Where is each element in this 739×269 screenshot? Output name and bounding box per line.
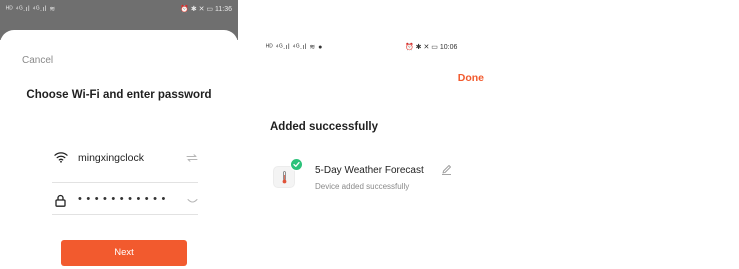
status-bar-signal: ᴴᴰ ⁴ᴳ.ıl ⁴ᴳ.ıl ≋	[6, 6, 56, 13]
next-button[interactable]: Next	[61, 240, 187, 266]
check-icon	[293, 161, 300, 167]
cancel-button[interactable]: Cancel	[22, 55, 53, 66]
divider	[52, 214, 198, 215]
switch-network-icon[interactable]	[186, 154, 198, 162]
password-value: •••••••••••	[78, 193, 170, 205]
device-added-screen: ᴴᴰ ⁴ᴳ.ıl ⁴ᴳ.ıl ≋ ● ⏰ ✱ ✕ ▭ 10:06 Done Ad…	[258, 0, 494, 269]
device-status: Device added successfully	[315, 182, 410, 191]
device-list-item[interactable]: 5-Day Weather Forecast Device added succ…	[270, 158, 480, 198]
thermometer-icon	[282, 171, 287, 184]
done-button[interactable]: Done	[458, 72, 484, 84]
status-bar-time: ⏰ ✱ ✕ ▭ 11:36	[180, 6, 232, 13]
status-bar: ᴴᴰ ⁴ᴳ.ıl ⁴ᴳ.ıl ≋ ⏰ ✱ ✕ ▭ 11:36	[0, 0, 238, 18]
eye-closed-icon[interactable]	[187, 198, 198, 205]
divider	[52, 182, 198, 183]
wifi-ssid-value: mingxingclock	[78, 152, 144, 164]
password-field[interactable]: •••••••••••	[50, 188, 200, 214]
success-badge	[290, 158, 303, 171]
lock-icon	[55, 194, 66, 207]
status-bar: ᴴᴰ ⁴ᴳ.ıl ⁴ᴳ.ıl ≋ ● ⏰ ✱ ✕ ▭ 10:06	[258, 40, 494, 54]
device-name: 5-Day Weather Forecast	[315, 165, 424, 176]
pencil-icon[interactable]	[441, 164, 452, 175]
page-title: Choose Wi-Fi and enter password	[26, 89, 212, 101]
wifi-icon	[54, 152, 68, 163]
status-bar-time: ⏰ ✱ ✕ ▭ 10:06	[405, 44, 458, 51]
page-title: Added successfully	[270, 121, 379, 133]
wifi-ssid-field[interactable]: mingxingclock	[50, 145, 200, 171]
status-bar-signal: ᴴᴰ ⁴ᴳ.ıl ⁴ᴳ.ıl ≋ ●	[266, 44, 323, 51]
wifi-setup-screen: ᴴᴰ ⁴ᴳ.ıl ⁴ᴳ.ıl ≋ ⏰ ✱ ✕ ▭ 11:36 Cancel Ch…	[0, 0, 238, 269]
